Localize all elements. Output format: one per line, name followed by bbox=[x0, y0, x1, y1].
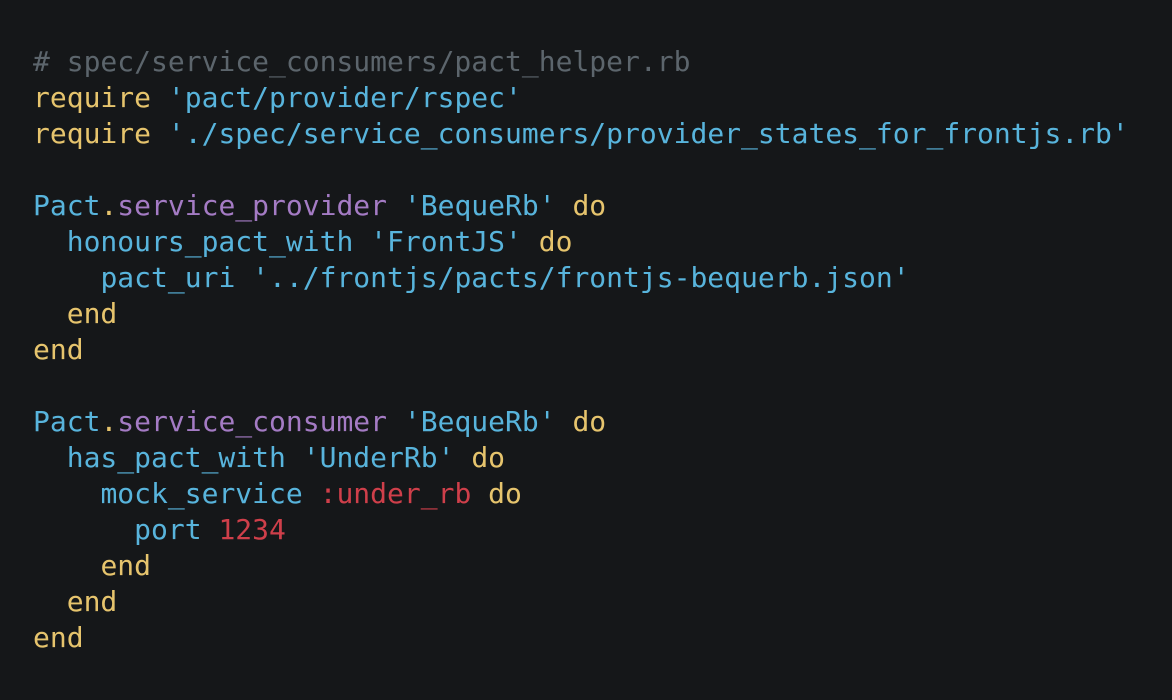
keyword-end: end bbox=[100, 549, 152, 582]
code-line-12: has_pact_with 'UnderRb' do bbox=[33, 440, 1172, 476]
string-literal: 'BequeRb' bbox=[403, 189, 556, 222]
keyword-end: end bbox=[66, 297, 118, 330]
string-literal: './spec/service_consumers/provider_state… bbox=[167, 117, 1129, 150]
string-literal: 'UnderRb' bbox=[302, 441, 455, 474]
constant-pact: Pact bbox=[33, 405, 101, 438]
keyword-do: do bbox=[471, 441, 506, 474]
keyword-require: require bbox=[33, 81, 152, 114]
code-editor: # spec/service_consumers/pact_helper.rb r… bbox=[0, 0, 1172, 700]
code-line-9: end bbox=[33, 332, 1172, 368]
code-line-10-blank bbox=[33, 368, 1172, 404]
code-line-15: end bbox=[33, 548, 1172, 584]
keyword-end: end bbox=[33, 333, 84, 366]
dot-operator: . bbox=[100, 189, 118, 222]
code-line-11: Pact.service_consumer 'BequeRb' do bbox=[33, 404, 1172, 440]
method-service-consumer: service_consumer bbox=[117, 405, 388, 438]
code-line-4-blank bbox=[33, 152, 1172, 188]
string-literal: '../frontjs/pacts/frontjs-bequerb.json' bbox=[252, 261, 910, 294]
code-line-8: end bbox=[33, 296, 1172, 332]
code-line-7: pact_uri '../frontjs/pacts/frontjs-beque… bbox=[33, 260, 1172, 296]
code-line-1: # spec/service_consumers/pact_helper.rb bbox=[33, 44, 1172, 80]
constant-pact: Pact bbox=[33, 189, 101, 222]
code-line-6: honours_pact_with 'FrontJS' do bbox=[33, 224, 1172, 260]
keyword-end: end bbox=[66, 585, 118, 618]
keyword-do: do bbox=[572, 189, 607, 222]
identifier: pact_uri bbox=[100, 261, 236, 294]
code-line-3: require './spec/service_consumers/provid… bbox=[33, 116, 1172, 152]
method-service-provider: service_provider bbox=[117, 189, 388, 222]
string-literal: 'pact/provider/rspec' bbox=[167, 81, 522, 114]
keyword-do: do bbox=[572, 405, 607, 438]
identifier: port bbox=[134, 513, 202, 546]
code-block: # spec/service_consumers/pact_helper.rb r… bbox=[33, 44, 1172, 656]
identifier: mock_service bbox=[100, 477, 303, 510]
keyword-do: do bbox=[488, 477, 522, 510]
code-line-5: Pact.service_provider 'BequeRb' do bbox=[33, 188, 1172, 224]
code-line-17: end bbox=[33, 620, 1172, 656]
comment: # spec/service_consumers/pact_helper.rb bbox=[33, 45, 691, 78]
keyword-do: do bbox=[538, 225, 573, 258]
identifier: honours_pact_with bbox=[66, 225, 354, 258]
code-line-13: mock_service :under_rb do bbox=[33, 476, 1172, 512]
string-literal: 'FrontJS' bbox=[370, 225, 522, 258]
code-line-2: require 'pact/provider/rspec' bbox=[33, 80, 1172, 116]
number-literal: 1234 bbox=[218, 513, 286, 546]
keyword-end: end bbox=[33, 621, 84, 654]
keyword-require: require bbox=[33, 117, 152, 150]
string-literal: 'BequeRb' bbox=[403, 405, 556, 438]
dot-operator: . bbox=[100, 405, 118, 438]
code-line-14: port 1234 bbox=[33, 512, 1172, 548]
identifier: has_pact_with bbox=[66, 441, 286, 474]
code-line-16: end bbox=[33, 584, 1172, 620]
symbol-literal: :under_rb bbox=[319, 477, 472, 510]
